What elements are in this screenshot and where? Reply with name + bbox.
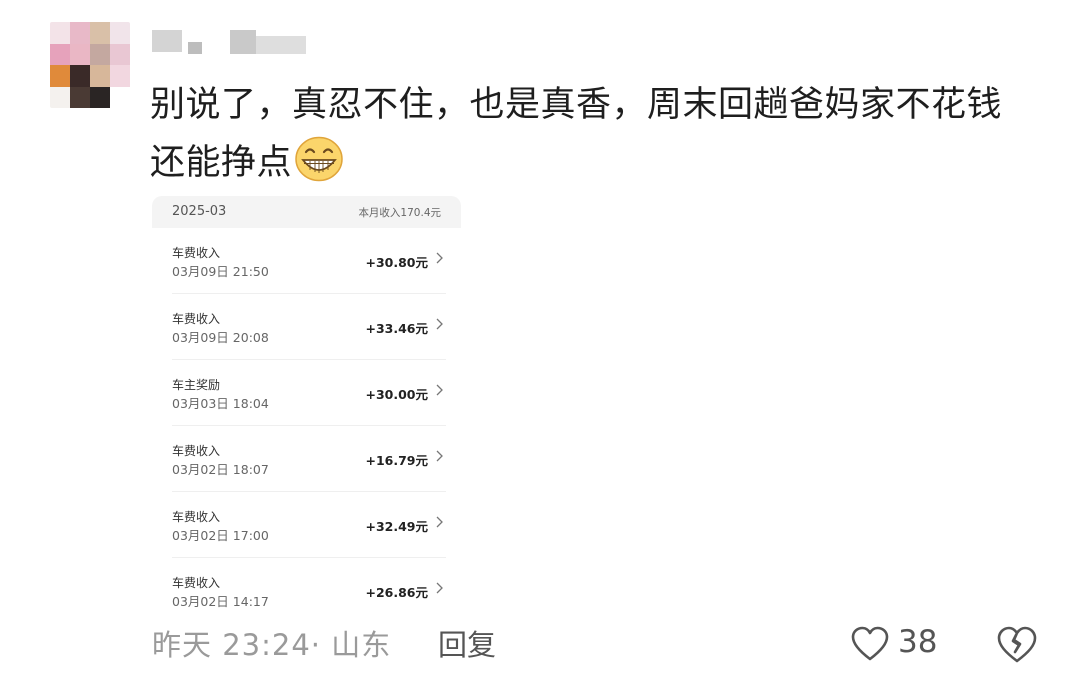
reply-button[interactable]: 回复 [438,622,496,664]
record-type: 车费收入 [172,444,221,458]
chevron-right-icon [436,252,443,264]
username-redacted[interactable] [152,22,322,54]
record-time: 03月02日 17:00 [172,528,269,543]
list-item: 车费收入 03月02日 18:07 +16.79元 [172,426,446,492]
avatar[interactable] [50,22,130,108]
record-time: 03月09日 20:08 [172,330,269,345]
comment-timestamp-location: 昨天 23:24· 山东 [152,628,392,662]
grinning-face-icon [295,136,343,182]
record-time: 03月09日 21:50 [172,264,269,279]
heart-outline-icon[interactable] [850,625,890,663]
record-time: 03月02日 18:07 [172,462,269,477]
like-count: 38 [898,624,938,660]
record-amount: +26.86元 [365,585,428,600]
chevron-right-icon [436,516,443,528]
list-item: 车费收入 03月09日 20:08 +33.46元 [172,294,446,360]
list-item: 车主奖励 03月03日 18:04 +30.00元 [172,360,446,426]
record-amount: +30.00元 [365,387,428,402]
record-amount: +32.49元 [365,519,428,534]
record-type: 车费收入 [172,510,221,524]
earnings-list: 车费收入 03月09日 21:50 +30.80元 车费收入 03月09日 20… [152,228,461,614]
record-time: 03月02日 14:17 [172,594,269,609]
chevron-right-icon [436,582,443,594]
comment-line-1: 别说了，真忍不住，也是真香，周末回趟爸妈家不花钱 [150,85,1003,125]
earnings-header: 2025-03 本月收入170.4元 [152,196,461,228]
record-type: 车主奖励 [172,378,221,392]
record-amount: +30.80元 [365,255,428,270]
month-label: 2025-03 [172,204,227,219]
chevron-right-icon [436,318,443,330]
earnings-screenshot[interactable]: 2025-03 本月收入170.4元 车费收入 03月09日 21:50 +30… [152,196,461,614]
list-item: 车费收入 03月02日 17:00 +32.49元 [172,492,446,558]
comment-text: 别说了，真忍不住，也是真香，周末回趟爸妈家不花钱 还能挣点 [150,76,1050,192]
record-amount: +33.46元 [365,321,428,336]
chevron-right-icon [436,384,443,396]
list-item: 车费收入 03月09日 21:50 +30.80元 [172,228,446,294]
list-item: 车费收入 03月02日 14:17 +26.86元 [172,558,446,614]
record-type: 车费收入 [172,312,221,326]
record-type: 车费收入 [172,576,221,590]
record-amount: +16.79元 [365,453,428,468]
chevron-right-icon [436,450,443,462]
record-time: 03月03日 18:04 [172,396,269,411]
record-type: 车费收入 [172,246,221,260]
broken-heart-icon[interactable] [996,625,1038,665]
comment-line-2: 还能挣点 [150,143,293,183]
monthly-total: 本月收入170.4元 [358,207,441,219]
